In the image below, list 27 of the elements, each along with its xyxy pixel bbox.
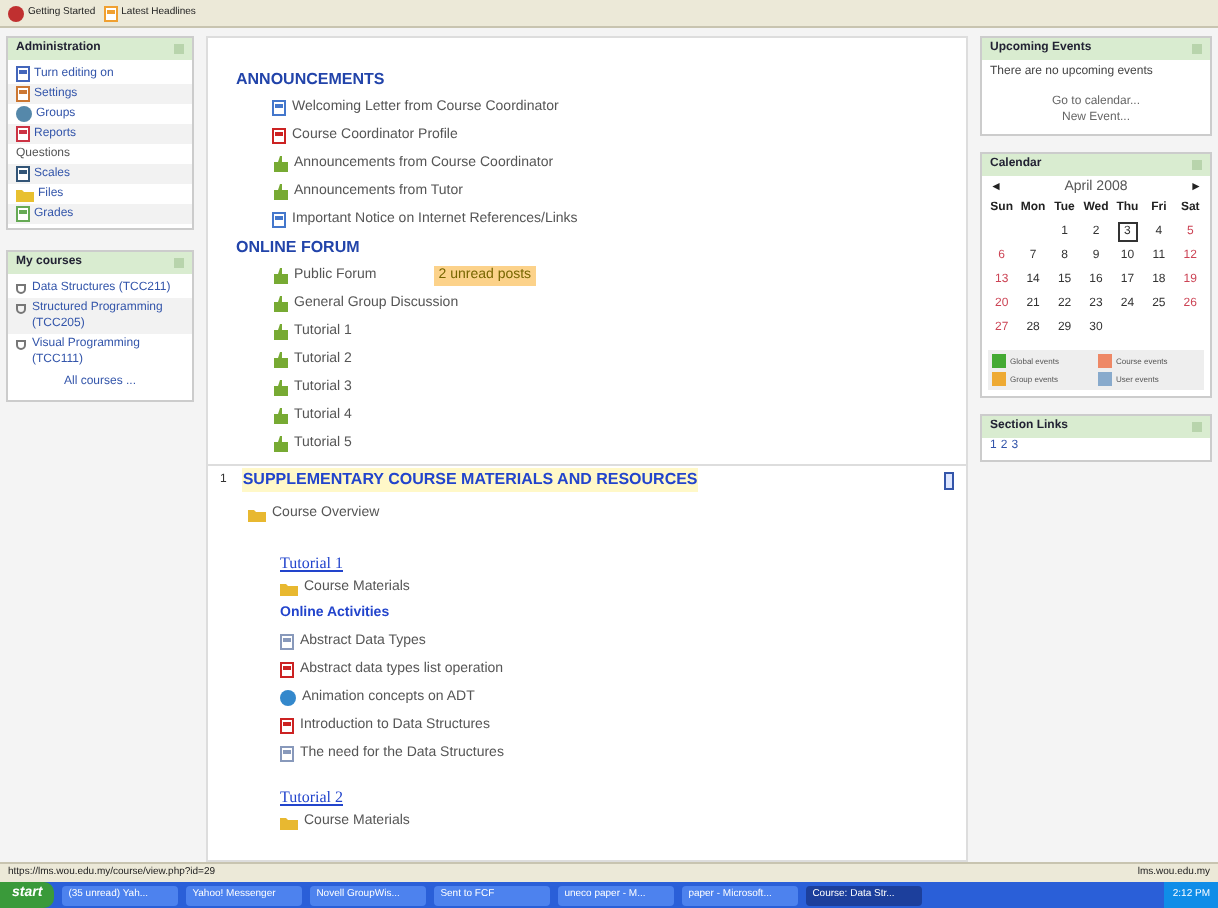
legend-swatch[interactable] bbox=[1098, 372, 1112, 386]
tutorial-link[interactable]: Tutorial 1 bbox=[280, 550, 343, 576]
legend-swatch[interactable] bbox=[1098, 354, 1112, 368]
pdf-icon bbox=[280, 718, 294, 734]
legend-swatch[interactable] bbox=[992, 354, 1006, 368]
document-icon bbox=[103, 5, 118, 21]
document-icon bbox=[16, 166, 30, 182]
legend-swatch[interactable] bbox=[992, 372, 1006, 386]
tutorial-link[interactable]: Tutorial 2 bbox=[280, 784, 343, 810]
document-icon bbox=[272, 100, 286, 116]
document-icon bbox=[16, 66, 30, 82]
course-icon bbox=[16, 340, 26, 350]
highlight-marker-icon[interactable] bbox=[944, 471, 954, 489]
document-icon bbox=[16, 86, 30, 102]
folder-icon bbox=[248, 507, 266, 521]
document-icon bbox=[280, 634, 294, 650]
folder-icon bbox=[280, 815, 298, 829]
document-icon bbox=[272, 212, 286, 228]
document-icon bbox=[16, 206, 30, 222]
document-icon bbox=[280, 746, 294, 762]
section-title: SUPPLEMENTARY COURSE MATERIALS AND RESOURCES bbox=[242, 468, 698, 492]
document-icon bbox=[16, 126, 30, 142]
folder-icon bbox=[280, 581, 298, 595]
section-heading: ONLINE FORUM bbox=[236, 236, 362, 260]
pdf-icon bbox=[280, 662, 294, 678]
section-heading: ANNOUNCEMENTS bbox=[236, 68, 387, 92]
pdf-icon bbox=[272, 128, 286, 144]
